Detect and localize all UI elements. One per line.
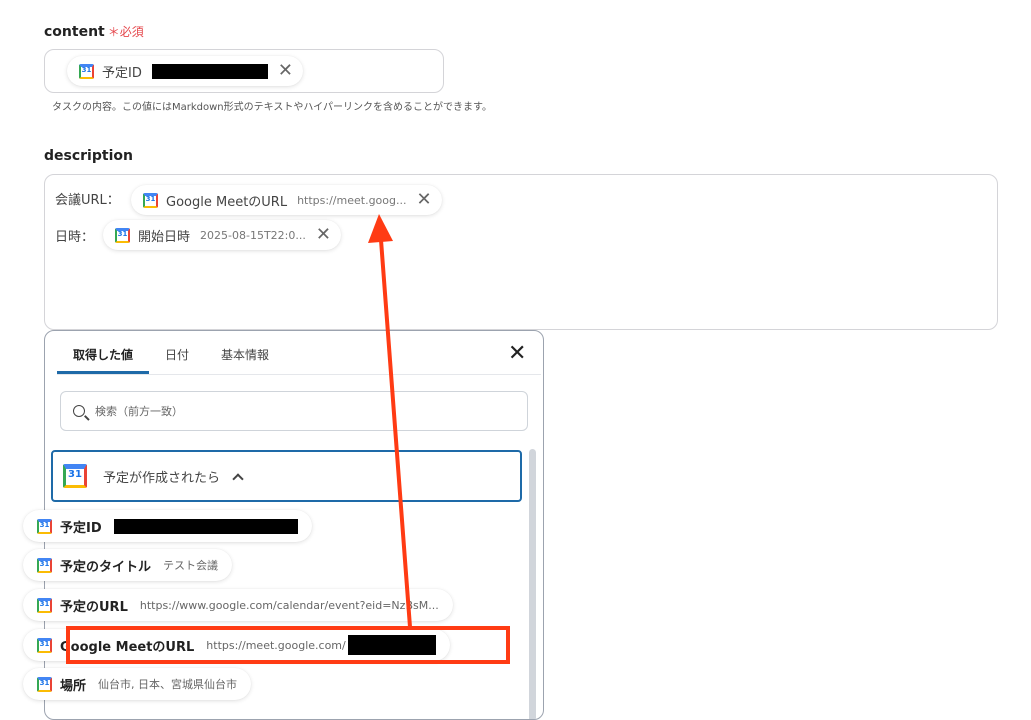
google-calendar-icon [37, 676, 52, 692]
description-chip-meet-url[interactable]: Google MeetのURL https://meet.goog... ✕ [131, 185, 442, 215]
scrollbar[interactable] [529, 449, 536, 719]
tab-retrieved-values[interactable]: 取得した値 [73, 346, 133, 363]
chip-label: 予定ID [102, 65, 142, 81]
google-calendar-icon [37, 597, 52, 613]
list-item-meet-url[interactable]: Google MeetのURL https://meet.google.com/ [23, 629, 450, 661]
content-chip-event-id[interactable]: 予定ID ✕ [67, 56, 303, 86]
tab-date[interactable]: 日付 [165, 346, 189, 363]
active-tab-indicator [57, 371, 149, 374]
item-label: 場所 [60, 678, 87, 694]
list-item-event-url[interactable]: 予定のURL https://www.google.com/calendar/e… [23, 589, 453, 621]
tab-basic-info[interactable]: 基本情報 [221, 346, 269, 363]
list-item-location[interactable]: 場所 仙台市, 日本、宮城県仙台市 [23, 668, 252, 700]
chip-label: 開始日時 [138, 229, 191, 245]
google-calendar-icon [37, 557, 52, 573]
list-item-event-id[interactable]: 予定ID [23, 510, 312, 542]
search-icon [73, 405, 85, 417]
description-prefix-datetime: 日時： [55, 230, 95, 245]
chevron-up-icon [232, 472, 244, 485]
google-calendar-icon [37, 637, 52, 653]
chip-label: Google MeetのURL [166, 194, 288, 210]
required-mark: ＊必須 [107, 25, 144, 39]
item-value: https://www.google.com/calendar/event?ei… [139, 598, 439, 612]
chip-value: 2025-08-15T22:0... [200, 228, 306, 242]
description-field-label: description [44, 148, 133, 164]
redacted-value [151, 63, 268, 79]
google-calendar-icon [37, 518, 52, 534]
close-icon[interactable]: ✕ [316, 226, 331, 244]
panel-tabs: 取得した値 日付 基本情報 [57, 331, 541, 375]
item-value: テスト会議 [163, 559, 219, 572]
description-chip-start-datetime[interactable]: 開始日時 2025-08-15T22:0... ✕ [103, 220, 341, 250]
item-label: 予定のURL [60, 599, 128, 615]
content-help-text: タスクの内容。この値にはMarkdown形式のテキストやハイパーリンクを含めるこ… [52, 102, 492, 113]
search-placeholder: 検索（前方一致） [95, 405, 183, 418]
content-field-label: content ＊必須 [44, 23, 144, 40]
content-label-text: content [44, 24, 105, 40]
search-input[interactable]: 検索（前方一致） [60, 391, 528, 431]
list-item-event-title[interactable]: 予定のタイトル テスト会議 [23, 549, 233, 581]
chip-value: https://meet.goog... [297, 193, 407, 207]
google-calendar-icon [63, 464, 87, 488]
close-icon[interactable]: ✕ [508, 343, 526, 365]
google-calendar-icon [143, 192, 158, 208]
description-prefix-meeting-url: 会議URL： [55, 193, 120, 208]
item-label: 予定のタイトル [60, 559, 152, 575]
close-icon[interactable]: ✕ [416, 191, 431, 209]
item-label: Google MeetのURL [60, 639, 195, 655]
google-calendar-icon [79, 63, 94, 79]
item-value: https://meet.google.com/ [206, 638, 346, 652]
google-calendar-icon [115, 227, 130, 243]
item-label: 予定ID [60, 520, 102, 536]
section-header-event-created[interactable]: 予定が作成されたら [51, 450, 522, 502]
redacted-value [347, 635, 436, 655]
section-title: 予定が作成されたら [103, 470, 221, 486]
redacted-value [113, 518, 298, 534]
close-icon[interactable]: ✕ [278, 62, 293, 80]
item-value: 仙台市, 日本、宮城県仙台市 [98, 678, 238, 691]
